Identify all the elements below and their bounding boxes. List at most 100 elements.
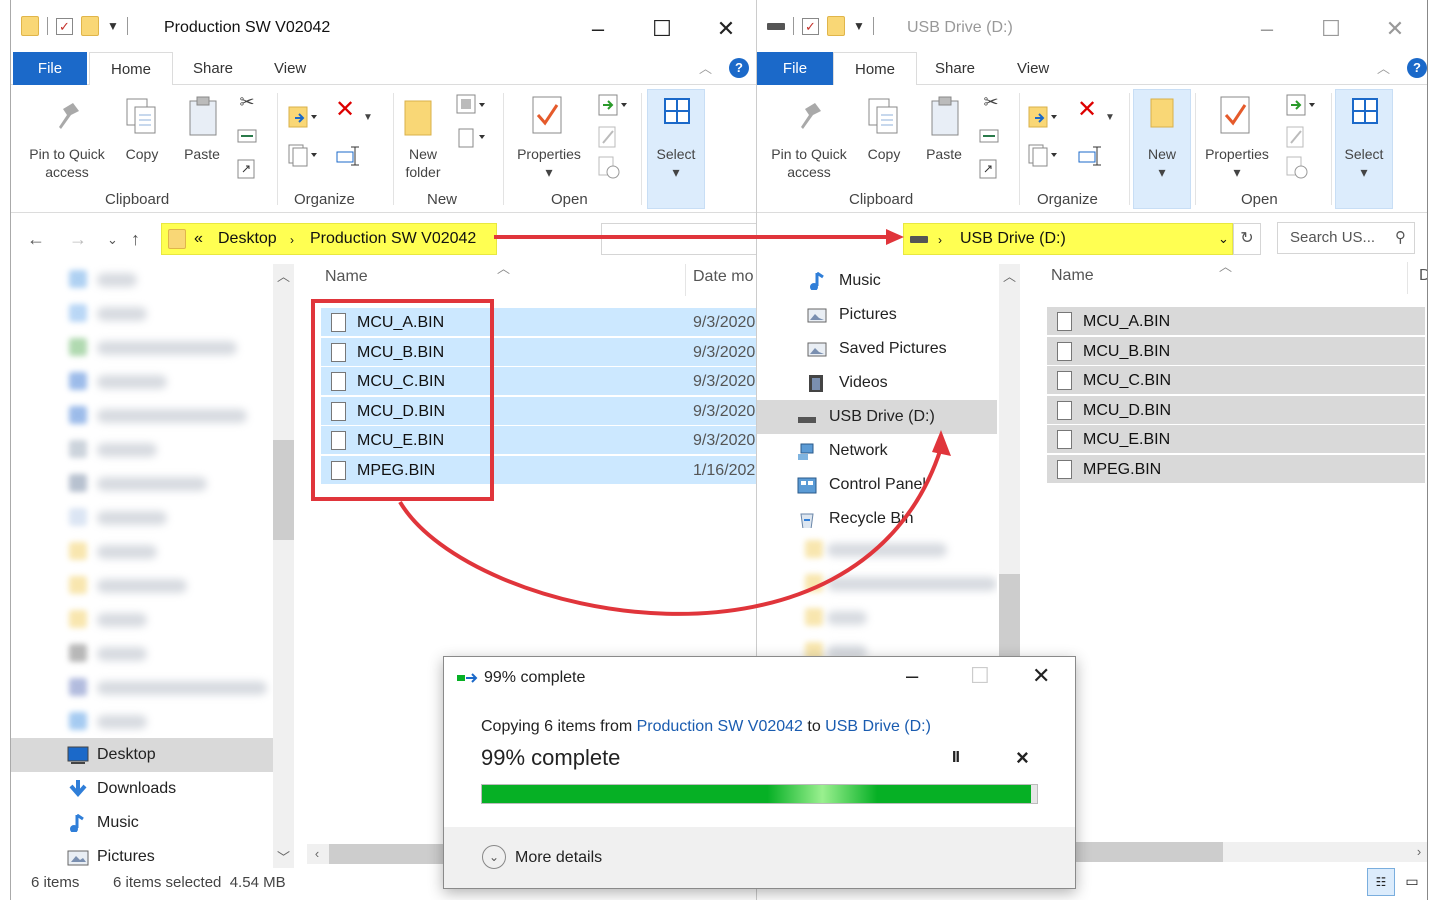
nav-item-control-panel[interactable]: Control Panel (757, 468, 997, 502)
nav-item-saved-pictures[interactable]: Saved Pictures (757, 332, 997, 366)
cancel-button[interactable]: × (1016, 745, 1029, 771)
nav-item-music[interactable]: Music (757, 264, 997, 298)
minimize-button[interactable]: – (1235, 12, 1299, 46)
new-folder-quick-icon[interactable] (81, 16, 99, 36)
customize-toolbar-icon[interactable]: ▼ (107, 19, 119, 33)
delete-icon[interactable]: ✕ (1077, 98, 1097, 122)
chevron-down-icon[interactable]: ⌄ (482, 845, 506, 869)
search-box[interactable]: Search US... ⚲ (1277, 222, 1415, 254)
dialog-maximize-button[interactable]: ☐ (970, 663, 990, 689)
new-folder-quick-icon[interactable] (827, 16, 845, 36)
help-icon[interactable]: ? (1407, 58, 1427, 78)
address-dropdown-icon[interactable]: ⌄ (1218, 231, 1229, 247)
open-icon[interactable] (597, 93, 631, 119)
paste-shortcut-icon[interactable] (237, 157, 255, 179)
scroll-right-icon[interactable]: › (1409, 842, 1427, 862)
close-button[interactable]: ✕ (694, 12, 758, 46)
pin-to-quick-access-button[interactable]: Pin to Quick access (19, 145, 115, 181)
nav-item-downloads[interactable]: Downloads (11, 772, 273, 806)
up-button[interactable]: ↑ (131, 229, 140, 250)
hscroll-thumb[interactable] (1075, 842, 1223, 862)
column-header-name[interactable]: Name (1051, 267, 1094, 285)
column-header-date[interactable]: D (1419, 267, 1427, 285)
title-bar[interactable]: ✓ ▼ USB Drive (D:) – ☐ ✕ (757, 0, 1427, 52)
cut-icon[interactable]: ✂ (235, 93, 259, 111)
address-bar-extension[interactable] (601, 223, 758, 255)
easy-access-icon[interactable] (455, 125, 489, 151)
source-link[interactable]: Production SW V02042 (637, 718, 803, 735)
select-button-label[interactable]: Select ▾ (647, 145, 705, 181)
table-row[interactable]: MPEG.BIN (1047, 455, 1425, 484)
table-row[interactable]: MCU_D.BIN (1047, 395, 1425, 425)
new-button-label[interactable]: New ▾ (1133, 145, 1191, 181)
address-bar[interactable]: › USB Drive (D:) ⌄ (903, 223, 1233, 255)
help-icon[interactable]: ? (729, 58, 749, 78)
more-details-button[interactable]: More details (515, 849, 602, 867)
table-row[interactable]: MCU_B.BIN (1047, 336, 1425, 366)
nav-item-network[interactable]: Network (757, 434, 997, 468)
collapse-ribbon-icon[interactable]: ︿ (1377, 58, 1390, 77)
table-row[interactable]: MCU_C.BIN (1047, 366, 1425, 396)
collapse-ribbon-icon[interactable]: ︿ (699, 58, 712, 77)
scroll-up-icon[interactable]: ︿ (273, 266, 294, 285)
copy-to-icon[interactable] (1027, 143, 1061, 167)
paste-button[interactable]: Paste (177, 145, 227, 163)
tab-share[interactable]: Share (935, 52, 975, 85)
tab-home[interactable]: Home (89, 52, 173, 86)
nav-item-desktop[interactable]: Desktop (11, 738, 273, 772)
forward-button[interactable]: → (69, 229, 87, 250)
tab-file[interactable]: File (757, 52, 833, 85)
copy-button[interactable]: Copy (861, 145, 907, 163)
back-button[interactable]: ← (27, 229, 45, 250)
nav-item-music[interactable]: Music (11, 806, 273, 840)
destination-link[interactable]: USB Drive (D:) (825, 718, 931, 735)
scroll-up-icon[interactable]: ︿ (999, 266, 1020, 285)
breadcrumb-usb-drive[interactable]: USB Drive (D:) (960, 230, 1066, 248)
customize-toolbar-icon[interactable]: ▼ (853, 19, 865, 33)
minimize-button[interactable]: – (566, 12, 630, 46)
paste-shortcut-icon[interactable] (979, 157, 997, 179)
delete-icon[interactable]: ✕ (335, 98, 355, 122)
nav-pane-scrollbar[interactable]: ︿ (999, 264, 1020, 658)
rename-icon[interactable] (1077, 145, 1103, 167)
nav-pane-scrollbar[interactable]: ︿ ﹀ (273, 264, 294, 868)
tab-file[interactable]: File (13, 52, 87, 85)
move-to-icon[interactable] (1027, 105, 1061, 131)
paste-button[interactable]: Paste (919, 145, 969, 163)
file-list-hscrollbar[interactable]: ‹ (307, 844, 459, 864)
edit-icon[interactable] (597, 125, 619, 151)
pin-to-quick-access-button[interactable]: Pin to Quick access (761, 145, 857, 181)
copy-path-icon[interactable] (979, 129, 999, 143)
cut-icon[interactable]: ✂ (979, 93, 1003, 111)
title-bar[interactable]: ✓ ▼ Production SW V02042 – ☐ ✕ (11, 0, 758, 52)
dialog-close-button[interactable]: ✕ (1032, 663, 1050, 689)
scroll-thumb[interactable] (273, 440, 294, 540)
column-header-name[interactable]: Name (325, 268, 368, 286)
scroll-down-icon[interactable]: ﹀ (273, 847, 294, 866)
history-icon[interactable] (597, 155, 621, 181)
maximize-button[interactable]: ☐ (630, 12, 694, 46)
address-bar[interactable]: « Desktop › Production SW V02042 (161, 223, 497, 255)
refresh-button[interactable]: ↻ (1233, 223, 1261, 255)
breadcrumb-production[interactable]: Production SW V02042 (310, 230, 476, 248)
hscroll-thumb[interactable] (329, 844, 457, 864)
maximize-button[interactable]: ☐ (1299, 12, 1363, 46)
properties-button[interactable]: Properties ▾ (509, 145, 589, 181)
open-icon[interactable] (1285, 93, 1319, 119)
edit-icon[interactable] (1285, 125, 1307, 151)
nav-item-usb-drive-d[interactable]: USB Drive (D:) (757, 400, 997, 434)
large-icons-view-button[interactable]: ▭ (1401, 870, 1423, 892)
rename-icon[interactable] (335, 145, 361, 167)
column-header-date[interactable]: Date mo (693, 268, 753, 286)
close-button[interactable]: ✕ (1363, 12, 1427, 46)
table-row[interactable]: MCU_A.BIN (1047, 307, 1425, 336)
nav-item-pictures[interactable]: Pictures (757, 298, 997, 332)
nav-item-videos[interactable]: Videos (757, 366, 997, 400)
tab-home[interactable]: Home (833, 52, 917, 86)
dialog-minimize-button[interactable]: – (906, 663, 918, 689)
properties-quick-icon[interactable]: ✓ (56, 17, 73, 35)
copy-path-icon[interactable] (237, 129, 257, 143)
details-view-button[interactable]: ☷ (1367, 868, 1395, 896)
scroll-left-icon[interactable]: ‹ (307, 844, 327, 864)
properties-quick-icon[interactable]: ✓ (802, 17, 819, 35)
